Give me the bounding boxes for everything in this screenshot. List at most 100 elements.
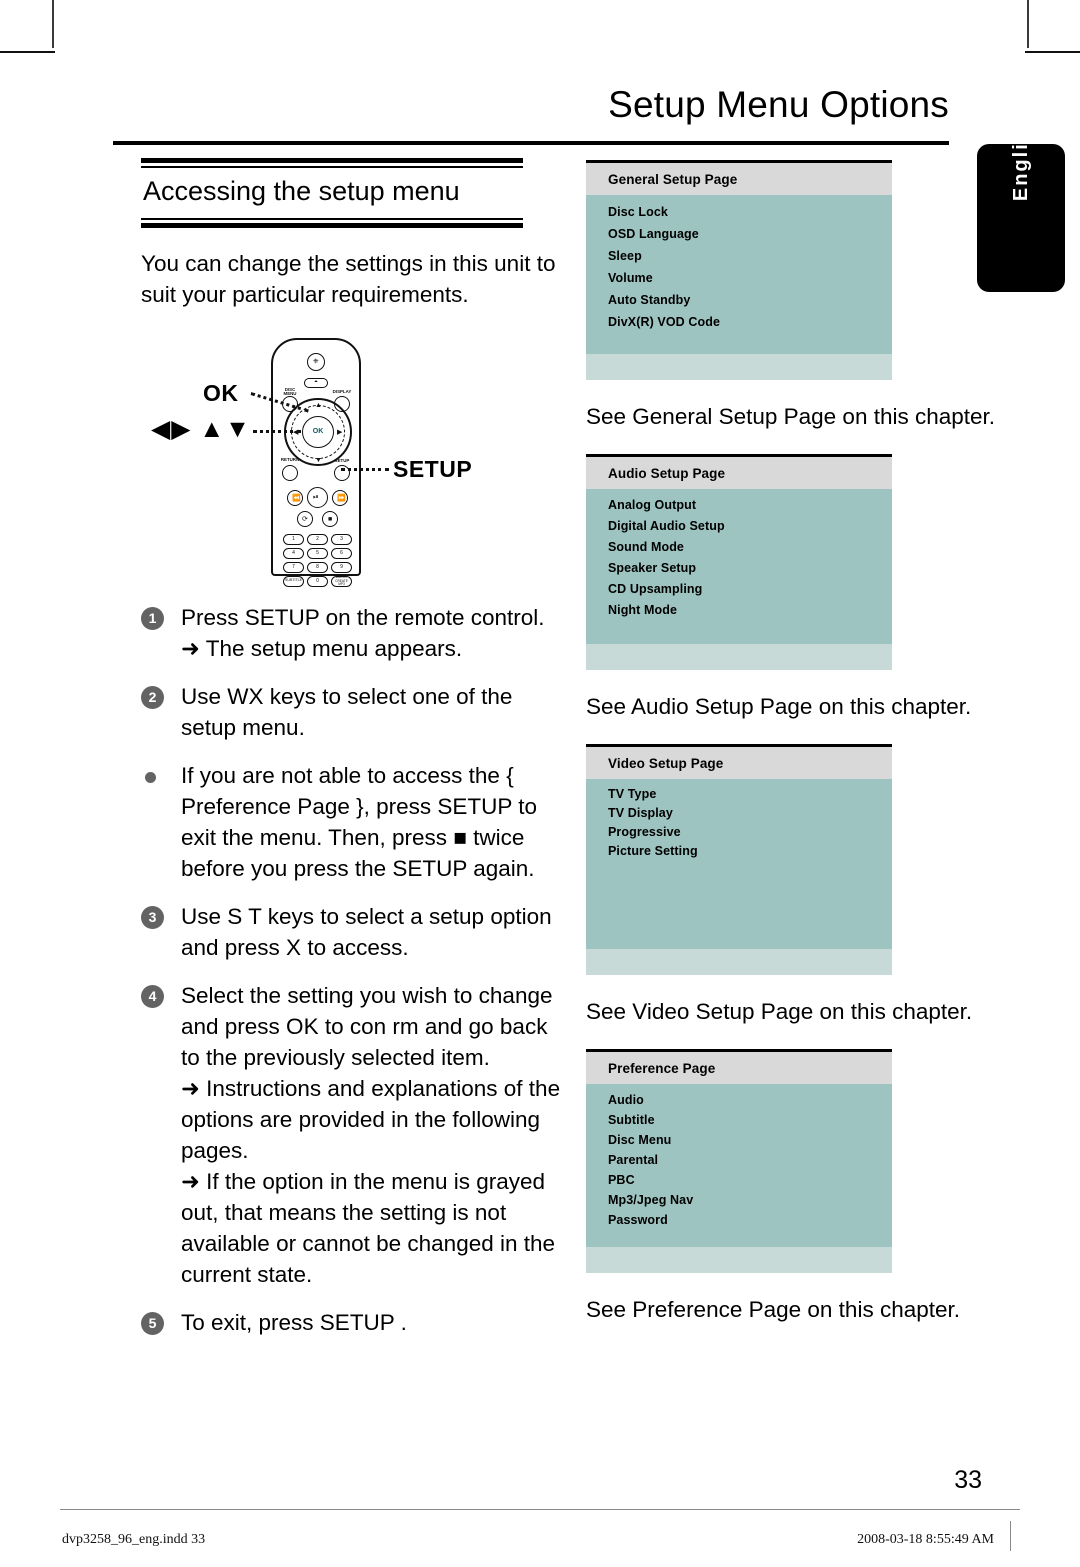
heading-rule-bottom <box>141 217 523 228</box>
step-number: 1 <box>141 606 164 630</box>
see-reference-line: See Video Setup Page on this chapter. <box>586 999 973 1024</box>
keypad-key: 6 <box>331 547 352 559</box>
crop-mark-top-left <box>52 0 54 48</box>
osd-menu-item[interactable]: TV Display <box>608 804 892 823</box>
ok-button-icon: OK <box>302 415 334 448</box>
page-number: 33 <box>954 1466 982 1494</box>
keypad-key: 7 <box>283 561 304 573</box>
section-heading: Accessing the setup menu <box>143 176 460 206</box>
osd-menu-box: General Setup Page Disc Lock OSD Language S… <box>586 160 892 380</box>
return-label: RETURN <box>280 456 300 462</box>
osd-menu-item[interactable]: Disc Lock <box>608 201 892 223</box>
subtitle-key: SUBTITLE <box>283 575 304 587</box>
callout-setup-label: SETUP <box>393 455 473 482</box>
osd-menu-item[interactable]: Speaker Setup <box>608 558 892 579</box>
step-number: 5 <box>141 1311 164 1335</box>
osd-menu-item[interactable]: Night Mode <box>608 600 892 621</box>
osd-menu-item[interactable]: Parental <box>608 1150 892 1170</box>
osd-menu-block: Video Setup Page TV Type TV Display Progres… <box>586 744 986 1027</box>
remote-control-figure: ⎈ ⏶ DISC MENU DISPLAY OK ▲ ▼ ◀ ▶ RETURN … <box>141 334 561 587</box>
osd-menu-footer <box>586 949 892 975</box>
step-item: 2 Use WX keys to select one of the setup … <box>141 681 571 743</box>
osd-menu-item[interactable]: Digital Audio Setup <box>608 516 892 537</box>
step-text: To exit, press SETUP . <box>181 1309 407 1335</box>
step-text: ➜ Instructions and explanations of the o… <box>181 1075 561 1163</box>
osd-menu-item[interactable]: Analog Output <box>608 495 892 516</box>
keypad-key: 1 <box>283 533 304 545</box>
osd-menu-title: General Setup Page <box>586 163 892 195</box>
osd-menu-footer <box>586 354 892 380</box>
osd-menu-item[interactable]: Sound Mode <box>608 537 892 558</box>
osd-menu-item[interactable]: Password <box>608 1210 892 1230</box>
steps-list: 1 Press SETUP on the remote control. ➜ The… <box>141 602 571 1338</box>
right-column: General Setup Page Disc Lock OSD Language S… <box>586 160 995 1347</box>
osd-menu-item[interactable]: Mp3/Jpeg Nav <box>608 1190 892 1210</box>
keypad-key: 5 <box>307 547 328 559</box>
keypad-key: 2 <box>307 533 328 545</box>
keypad-key: 4 <box>283 547 304 559</box>
nav-up-arrow-icon: ▲ <box>315 401 322 409</box>
audio-key: AUDIO/CREATE MP3 <box>331 575 352 587</box>
step-text: Use S T keys to select a setup option an… <box>181 903 552 960</box>
callout-setup-leader <box>341 467 389 471</box>
osd-menu-item[interactable]: DivX(R) VOD Code <box>608 311 892 333</box>
step-item: 1 Press SETUP on the remote control. ➜ The… <box>141 602 571 664</box>
step-text: Press SETUP on the remote control. <box>181 604 545 630</box>
footer-filename: dvp3258_96_eng.indd 33 <box>62 1532 206 1547</box>
see-reference-line: See Audio Setup Page on this chapter. <box>586 694 972 719</box>
step-item: 5 To exit, press SETUP . <box>141 1307 571 1338</box>
step-text: If you are not able to access the { Pref… <box>181 762 538 881</box>
footer-timestamp: 2008-03-18 8:55:49 AM <box>857 1532 994 1547</box>
next-glyph: ⏩ <box>337 494 346 502</box>
disc-menu-label: DISC MENU <box>283 386 297 397</box>
play-pause-glyph: ⏯ <box>313 493 319 501</box>
language-tab-label: English <box>1009 114 1032 202</box>
keypad-key: 9 <box>331 561 352 573</box>
stop-glyph: ■ <box>328 515 333 523</box>
osd-menu-item[interactable]: Picture Setting <box>608 842 892 861</box>
osd-menu-items: Analog Output Digital Audio Setup Sound Mo… <box>586 489 892 644</box>
osd-menu-item[interactable]: Progressive <box>608 823 892 842</box>
display-label: DISPLAY <box>332 388 352 394</box>
osd-menu-item[interactable]: Auto Standby <box>608 289 892 311</box>
osd-menu-item[interactable]: Disc Menu <box>608 1130 892 1150</box>
step-text: ➜ If the option in the menu is grayed ou… <box>181 1168 556 1287</box>
osd-menu-box: Preference Page Audio Subtitle Disc Menu Par… <box>586 1049 892 1273</box>
remote-body: ⎈ ⏶ DISC MENU DISPLAY OK ▲ ▼ ◀ ▶ RETURN … <box>271 337 361 587</box>
open-close-button-icon: ⏶ <box>304 377 328 388</box>
crop-mark-right-top <box>1025 51 1080 53</box>
step-text: Select the setting you wish to change an… <box>181 982 553 1070</box>
step-number: 4 <box>141 984 164 1008</box>
osd-menu-item[interactable]: Volume <box>608 267 892 289</box>
heading-rule-top <box>141 158 523 168</box>
osd-menu-box: Video Setup Page TV Type TV Display Progres… <box>586 744 892 975</box>
step-item: 4 Select the setting you wish to change a… <box>141 980 571 1290</box>
nav-right-arrow-icon: ▶ <box>337 428 343 436</box>
page-title: Setup Menu Options <box>608 84 949 125</box>
osd-menu-title: Audio Setup Page <box>586 457 892 489</box>
keypad-key: 3 <box>331 533 352 545</box>
osd-menu-block: Audio Setup Page Analog Output Digital Aud… <box>586 454 986 722</box>
osd-menu-item[interactable]: Audio <box>608 1090 892 1110</box>
step-text: ➜ The setup menu appears. <box>181 635 463 661</box>
footer-rule <box>60 1509 1020 1510</box>
osd-menu-block: General Setup Page Disc Lock OSD Language S… <box>586 160 995 432</box>
step-number: 2 <box>141 685 164 709</box>
see-reference-line: See Preference Page on this chapter. <box>586 1297 960 1322</box>
osd-menu-items: Disc Lock OSD Language Sleep Volume Auto Sta… <box>586 195 892 354</box>
osd-menu-item[interactable]: Subtitle <box>608 1110 892 1130</box>
osd-menu-item[interactable]: TV Type <box>608 785 892 804</box>
callout-ok-label: OK <box>203 379 239 406</box>
crop-mark-left-top <box>0 51 55 53</box>
step-item: 3 Use S T keys to select a setup option a… <box>141 901 571 963</box>
osd-menu-item[interactable]: Sleep <box>608 245 892 267</box>
header-rule <box>113 141 949 145</box>
slow-glyph: ⟳ <box>302 515 308 523</box>
left-column: Accessing the setup menu You can change … <box>141 158 561 1355</box>
osd-menu-box: Audio Setup Page Analog Output Digital Aud… <box>586 454 892 670</box>
manual-page: Setup Menu Options English Accessing the… <box>0 0 1080 1567</box>
step-number: 3 <box>141 905 164 929</box>
osd-menu-item[interactable]: PBC <box>608 1170 892 1190</box>
osd-menu-item[interactable]: OSD Language <box>608 223 892 245</box>
osd-menu-item[interactable]: CD Upsampling <box>608 579 892 600</box>
